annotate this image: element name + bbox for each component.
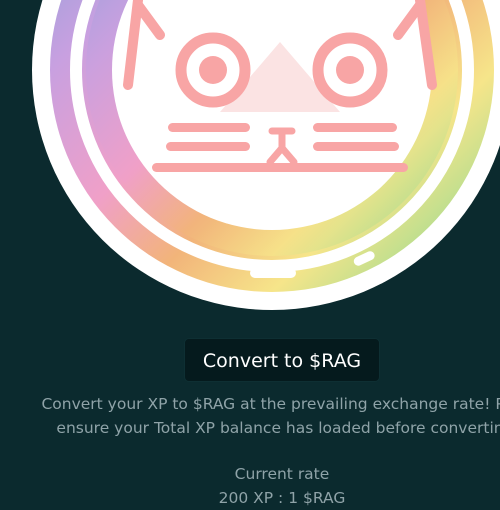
logo-bottom-bar [250, 268, 296, 278]
convert-to-rag-button[interactable]: Convert to $RAG [184, 338, 380, 382]
current-rate-label: Current rate [234, 465, 330, 483]
cat-face-logo-icon [32, 0, 500, 310]
convert-description: Convert your XP to $RAG at the prevailin… [0, 392, 500, 440]
hero-logo [0, 0, 500, 330]
description-line-1: Convert your XP to $RAG at the prevailin… [41, 395, 500, 413]
current-rate-value: 200 XP : 1 $RAG [218, 489, 346, 507]
description-line-2: ensure your Total XP balance has loaded … [56, 419, 500, 437]
